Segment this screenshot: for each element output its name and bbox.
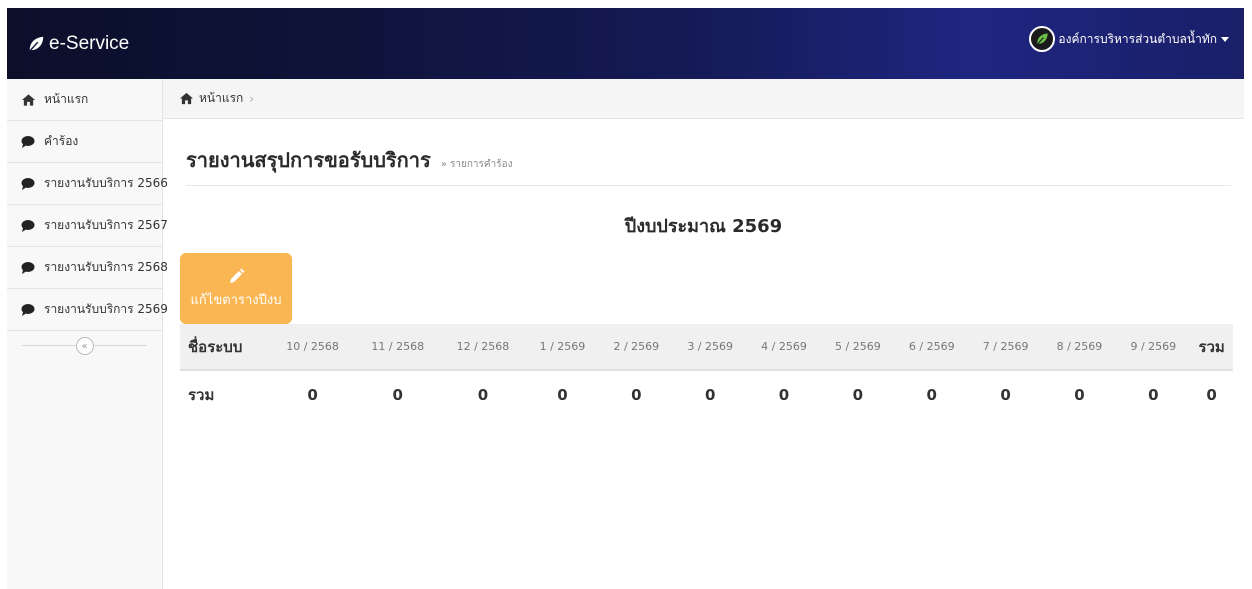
chat-bubble-icon (20, 302, 36, 318)
report-table: ชื่อระบบ 10 / 2568 11 / 2568 12 / 2568 1… (180, 324, 1233, 418)
table-cell-total: 0 (1206, 385, 1217, 404)
sidebar-collapse-row: « (7, 331, 162, 361)
page-title: รายงานสรุปการขอรับบริการ (186, 148, 431, 172)
sidebar-item-label: คำร้อง (44, 134, 79, 148)
sidebar: หน้าแรก คำร้อง รายงานรับบริการ 2566 รายง… (7, 79, 168, 589)
column-header-month: 8 / 2569 (1042, 324, 1117, 371)
column-header-month: 9 / 2569 (1116, 324, 1191, 371)
sidebar-item-report-2568[interactable]: รายงานรับบริการ 2568 (7, 247, 168, 289)
sidebar-item-requests[interactable]: คำร้อง (7, 121, 162, 163)
table-header-row: ชื่อระบบ 10 / 2568 11 / 2568 12 / 2568 1… (180, 324, 1233, 371)
page-subtitle: » รายการคำร้อง (440, 159, 513, 170)
breadcrumb-separator: › (249, 91, 255, 106)
app-frame: e-Service องค์การบริหารส่วนตำบลน้ำทัก หน… (7, 8, 1244, 589)
column-header-month: 11 / 2568 (355, 324, 441, 371)
brand-name: e-Service (49, 32, 130, 54)
breadcrumb: หน้าแรก › (163, 79, 1244, 119)
sidebar-item-label: รายงานรับบริการ 2569 (44, 302, 168, 316)
leaf-icon (28, 36, 44, 53)
brand-link[interactable]: e-Service (27, 33, 129, 55)
caret-down-icon (1221, 36, 1229, 42)
sidebar-item-label: รายงานรับบริการ 2568 (44, 260, 168, 274)
table-cell-name: รวม (188, 385, 215, 404)
breadcrumb-home-link[interactable]: หน้าแรก (199, 89, 243, 108)
table-cell-value: 0 (307, 385, 318, 404)
table-cell-value: 0 (1074, 385, 1085, 404)
chat-bubble-icon (20, 218, 36, 234)
sidebar-item-report-2569[interactable]: รายงานรับบริการ 2569 (7, 289, 168, 331)
user-name: องค์การบริหารส่วนตำบลน้ำทัก (1058, 31, 1217, 46)
sidebar-item-home[interactable]: หน้าแรก (7, 79, 162, 121)
home-icon (20, 92, 36, 108)
table-cell-value: 0 (477, 385, 489, 404)
table-cell-value: 0 (852, 385, 864, 404)
sidebar-collapse-button[interactable]: « (75, 337, 94, 355)
column-header-month: 1 / 2569 (525, 324, 600, 371)
column-header-month: 10 / 2568 (270, 324, 356, 371)
page-header: รายงานสรุปการขอรับบริการ » รายการคำร้อง (186, 144, 1231, 186)
home-icon (179, 92, 194, 105)
column-header-month: 5 / 2569 (820, 324, 895, 371)
sidebar-item-report-2566[interactable]: รายงานรับบริการ 2566 (7, 163, 168, 205)
sidebar-item-report-2567[interactable]: รายงานรับบริการ 2567 (7, 205, 168, 247)
column-header-month: 2 / 2569 (599, 324, 674, 371)
table-cell-value: 0 (631, 385, 642, 404)
edit-button-label: แก้ไขตารางปีงบ (190, 292, 282, 308)
chat-bubble-icon (20, 260, 36, 276)
table-cell-value: 0 (778, 385, 790, 404)
edit-fiscal-table-button[interactable]: แก้ไขตารางปีงบ (180, 253, 292, 324)
avatar (1029, 26, 1056, 52)
table-cell-value: 0 (704, 385, 716, 404)
column-header-month: 6 / 2569 (894, 324, 969, 371)
table-cell-value: 0 (1148, 385, 1159, 404)
user-menu[interactable]: องค์การบริหารส่วนตำบลน้ำทัก (1029, 26, 1229, 52)
table-cell-value: 0 (557, 385, 568, 404)
table-cell-value: 0 (392, 385, 403, 404)
column-header-month: 7 / 2569 (968, 324, 1043, 371)
chat-bubble-icon (20, 176, 36, 192)
chat-bubble-icon (20, 134, 36, 150)
table-cell-value: 0 (926, 385, 937, 404)
table-cell-value: 0 (1000, 385, 1011, 404)
top-navbar: e-Service องค์การบริหารส่วนตำบลน้ำทัก (7, 8, 1244, 79)
pencil-icon (230, 268, 245, 283)
column-header-name: ชื่อระบบ (180, 324, 270, 371)
table-row: รวม 0 0 0 0 0 0 0 0 0 0 0 0 0 (180, 370, 1233, 418)
column-header-month: 12 / 2568 (440, 324, 526, 371)
column-header-month: 4 / 2569 (747, 324, 821, 371)
sidebar-item-label: รายงานรับบริการ 2567 (44, 218, 168, 232)
column-header-total: รวม (1190, 324, 1233, 371)
sidebar-item-label: หน้าแรก (44, 92, 89, 106)
column-header-month: 3 / 2569 (673, 324, 748, 371)
leaf-icon (1036, 33, 1049, 46)
fiscal-year-heading: ปีงบประมาณ 2569 (624, 216, 783, 237)
sidebar-item-label: รายงานรับบริการ 2566 (44, 176, 168, 190)
